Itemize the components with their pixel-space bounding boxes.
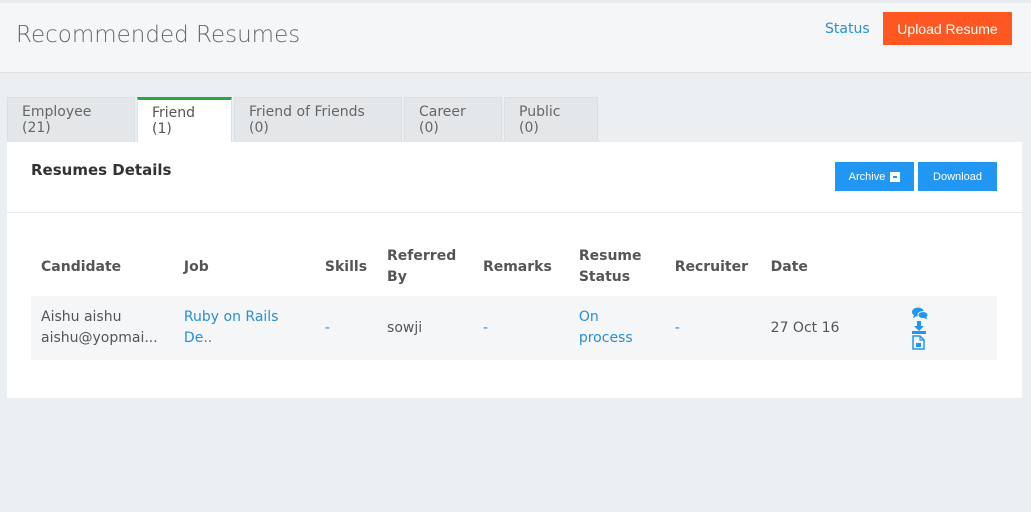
tab-public[interactable]: Public (0) — [504, 97, 598, 142]
document-icon[interactable] — [911, 334, 925, 350]
cell-actions — [901, 296, 997, 360]
archive-button-label: Archive — [848, 170, 886, 183]
remarks-link[interactable]: - — [483, 320, 488, 336]
download-icon[interactable] — [911, 320, 926, 334]
table-row: Aishu aishu aishu@yopmai... Ruby on Rail… — [31, 296, 997, 360]
tab-friend[interactable]: Friend (1) — [137, 97, 232, 142]
recruiter-link[interactable]: - — [675, 320, 680, 336]
page-header: Recommended Resumes Status Upload Resume — [0, 0, 1031, 73]
panel-title: Resumes Details — [31, 161, 172, 179]
tab-friend-of-friends[interactable]: Friend of Friends (0) — [234, 97, 402, 142]
column-header-candidate: Candidate — [41, 258, 122, 275]
tab-career[interactable]: Career (0) — [404, 97, 502, 142]
cell-referred-by: sowji — [377, 296, 473, 360]
tab-bar: Employee (21) Friend (1) Friend of Frien… — [7, 97, 600, 142]
cell-job: Ruby on Rails De.. — [173, 296, 315, 360]
status-link[interactable]: Status — [825, 21, 870, 37]
column-header-remarks: Remarks — [482, 258, 552, 275]
column-header-recruiter: Recruiter — [674, 258, 749, 275]
download-button[interactable]: Download — [918, 162, 997, 191]
cell-resume-status: On process — [568, 296, 665, 360]
column-header-skills: Skills — [324, 258, 368, 275]
table-header-row: Candidate Job Skills Referred By Remarks… — [31, 238, 997, 296]
resume-status-link[interactable]: On process — [579, 309, 633, 346]
column-header-referred-by: Referred By — [387, 248, 457, 285]
resumes-panel: Resumes Details Archive Download Candida… — [7, 142, 1022, 398]
column-header-resume-status: Resume Status — [578, 248, 642, 285]
candidate-email: aishu@yopmai... — [41, 330, 158, 346]
column-header-date: Date — [770, 258, 808, 275]
candidate-name: Aishu aishu — [41, 309, 122, 325]
column-header-job: Job — [183, 258, 209, 275]
cell-date: 27 Oct 16 — [760, 296, 902, 360]
resumes-table: Candidate Job Skills Referred By Remarks… — [31, 238, 997, 360]
cell-skills: - — [314, 296, 378, 360]
archive-icon — [890, 171, 901, 182]
divider — [7, 212, 1022, 213]
tab-employee[interactable]: Employee (21) — [7, 97, 135, 142]
cell-recruiter: - — [664, 296, 761, 360]
column-header-actions — [902, 238, 997, 296]
skills-link[interactable]: - — [325, 320, 330, 336]
archive-button[interactable]: Archive — [835, 162, 914, 191]
page-title: Recommended Resumes — [16, 22, 301, 48]
cell-remarks: - — [472, 296, 569, 360]
cell-candidate: Aishu aishu aishu@yopmai... — [31, 296, 174, 360]
comments-icon[interactable] — [911, 307, 928, 320]
job-link[interactable]: Ruby on Rails De.. — [184, 309, 279, 346]
upload-resume-button[interactable]: Upload Resume — [883, 12, 1012, 45]
